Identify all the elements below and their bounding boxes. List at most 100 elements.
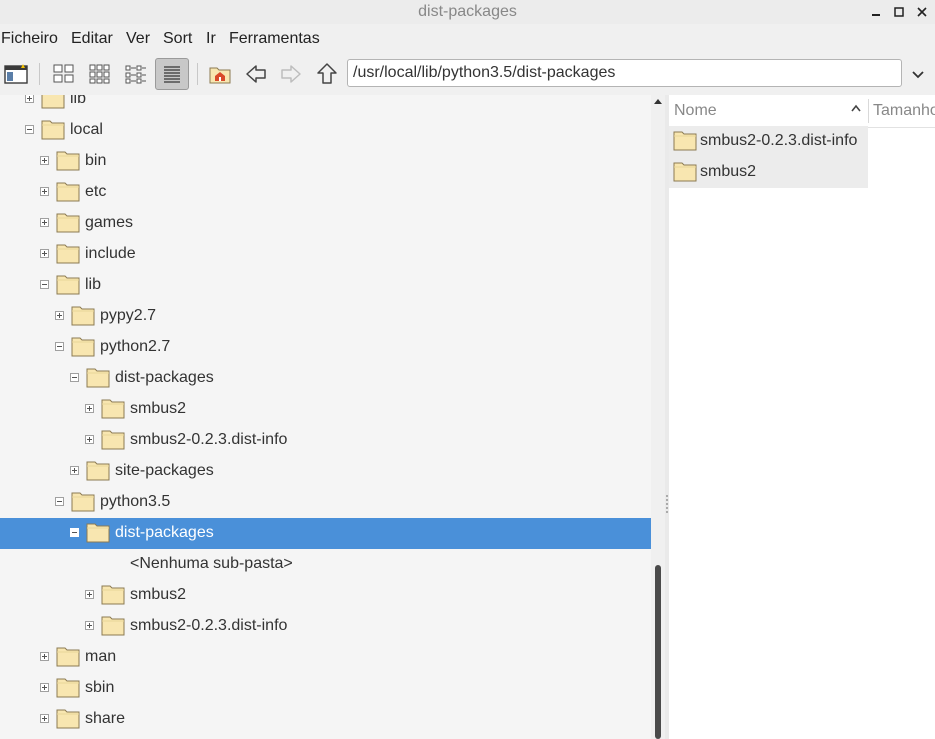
tree-scrollbar[interactable] xyxy=(651,95,665,739)
new-window-button[interactable] xyxy=(1,59,31,89)
menu-ver[interactable]: Ver xyxy=(126,30,150,48)
tree-row[interactable]: bin xyxy=(0,146,651,177)
expand-icon[interactable] xyxy=(40,218,49,227)
list-view-icon xyxy=(164,66,180,83)
folder-icon xyxy=(101,585,125,605)
tree-item-label: site-packages xyxy=(115,462,214,479)
folder-icon xyxy=(56,709,80,729)
expand-icon[interactable] xyxy=(85,590,94,599)
home-icon xyxy=(209,67,231,84)
tree-row[interactable]: dist-packages xyxy=(0,363,651,394)
expand-icon[interactable] xyxy=(85,404,94,413)
file-name: smbus2-0.2.3.dist-info xyxy=(700,132,858,149)
tree-row[interactable]: include xyxy=(0,239,651,270)
menu-editar[interactable]: Editar xyxy=(71,30,113,48)
folder-icon xyxy=(71,337,95,357)
menu-ficheiro[interactable]: Ficheiro xyxy=(1,30,58,48)
address-history-dropdown[interactable] xyxy=(908,64,928,84)
list-view-button[interactable] xyxy=(155,58,189,90)
column-name-header[interactable]: Nome xyxy=(674,102,717,120)
tree-row[interactable]: site-packages xyxy=(0,456,651,487)
folder-icon xyxy=(56,678,80,698)
maximize-button[interactable] xyxy=(889,2,909,22)
folder-icon xyxy=(101,616,125,636)
up-arrow-icon xyxy=(317,63,337,84)
tree-row[interactable]: lib xyxy=(0,95,651,115)
tree-row[interactable]: local xyxy=(0,115,651,146)
address-bar[interactable]: /usr/local/lib/python3.5/dist-packages xyxy=(347,59,902,87)
scrollbar-thumb[interactable] xyxy=(655,565,661,739)
folder-icon-wrap xyxy=(56,273,80,300)
scroll-up-icon[interactable] xyxy=(654,99,662,104)
minimize-button[interactable] xyxy=(866,2,886,22)
folder-icon xyxy=(56,244,80,264)
tree-item-label: smbus2 xyxy=(130,586,187,603)
expand-icon[interactable] xyxy=(40,249,49,258)
column-size-header[interactable]: Tamanho xyxy=(873,102,935,120)
expand-icon[interactable] xyxy=(85,621,94,630)
icon-view-button[interactable] xyxy=(49,59,79,89)
tree-row[interactable]: etc xyxy=(0,177,651,208)
tree-item-label: <Nenhuma sub-pasta> xyxy=(130,555,293,572)
tree-row[interactable]: smbus2 xyxy=(0,580,651,611)
sort-ascending-icon xyxy=(851,104,861,112)
folder-icon-wrap xyxy=(86,366,110,393)
collapse-icon[interactable] xyxy=(25,125,34,134)
expand-icon[interactable] xyxy=(55,311,64,320)
compact-view-button[interactable] xyxy=(121,59,151,89)
close-icon xyxy=(917,7,927,17)
tree-row[interactable]: python2.7 xyxy=(0,332,651,363)
folder-icon-wrap xyxy=(673,129,697,156)
collapse-icon[interactable] xyxy=(40,280,49,289)
menu-ir[interactable]: Ir xyxy=(206,30,216,48)
folder-icon xyxy=(56,151,80,171)
tree-row[interactable]: dist-packages xyxy=(0,518,651,549)
folder-icon-wrap xyxy=(86,521,110,548)
folder-icon xyxy=(41,120,65,140)
tree-row[interactable]: lib xyxy=(0,270,651,301)
back-button[interactable] xyxy=(241,59,271,89)
collapse-icon[interactable] xyxy=(55,342,64,351)
forward-button[interactable] xyxy=(276,59,306,89)
forward-arrow-icon xyxy=(281,65,301,83)
expand-icon[interactable] xyxy=(40,652,49,661)
menu-sort[interactable]: Sort xyxy=(163,30,192,48)
tree-row[interactable]: python3.5 xyxy=(0,487,651,518)
column-divider[interactable] xyxy=(868,99,869,123)
menu-bar: Ficheiro Editar Ver Sort Ir Ferramentas xyxy=(0,26,935,52)
file-list-item[interactable]: smbus2-0.2.3.dist-info xyxy=(669,126,868,157)
directory-tree[interactable]: lib local bin etc games include lib pypy2.7 pyth… xyxy=(0,95,651,739)
close-button[interactable] xyxy=(912,2,932,22)
collapse-icon[interactable] xyxy=(55,497,64,506)
collapse-icon[interactable] xyxy=(70,373,79,382)
folder-icon xyxy=(86,523,110,543)
tree-row[interactable]: man xyxy=(0,642,651,673)
expand-icon[interactable] xyxy=(40,714,49,723)
home-button[interactable] xyxy=(205,59,235,89)
menu-ferramentas[interactable]: Ferramentas xyxy=(229,30,320,48)
tree-row[interactable]: share xyxy=(0,704,651,735)
file-list-item[interactable]: smbus2 xyxy=(669,157,868,188)
tree-row[interactable]: sbin xyxy=(0,673,651,704)
thumbnail-view-button[interactable] xyxy=(85,59,115,89)
tree-row[interactable]: smbus2-0.2.3.dist-info xyxy=(0,611,651,642)
tree-row[interactable]: pypy2.7 xyxy=(0,301,651,332)
folder-icon xyxy=(673,162,697,182)
tree-row[interactable]: smbus2 xyxy=(0,394,651,425)
up-button[interactable] xyxy=(312,59,342,89)
tree-row[interactable]: games xyxy=(0,208,651,239)
expand-icon[interactable] xyxy=(40,683,49,692)
expand-icon[interactable] xyxy=(40,156,49,165)
folder-icon-wrap xyxy=(56,676,80,703)
tree-item-label: include xyxy=(85,245,136,262)
expand-icon[interactable] xyxy=(40,187,49,196)
folder-icon xyxy=(101,430,125,450)
tree-row[interactable]: smbus2-0.2.3.dist-info xyxy=(0,425,651,456)
tree-row[interactable]: <Nenhuma sub-pasta> xyxy=(0,549,651,580)
thumbnail-view-icon xyxy=(89,64,110,84)
tree-item-label: python2.7 xyxy=(100,338,171,355)
expand-icon[interactable] xyxy=(25,95,34,103)
expand-icon[interactable] xyxy=(85,435,94,444)
expand-icon[interactable] xyxy=(70,466,79,475)
collapse-icon[interactable] xyxy=(70,528,79,537)
